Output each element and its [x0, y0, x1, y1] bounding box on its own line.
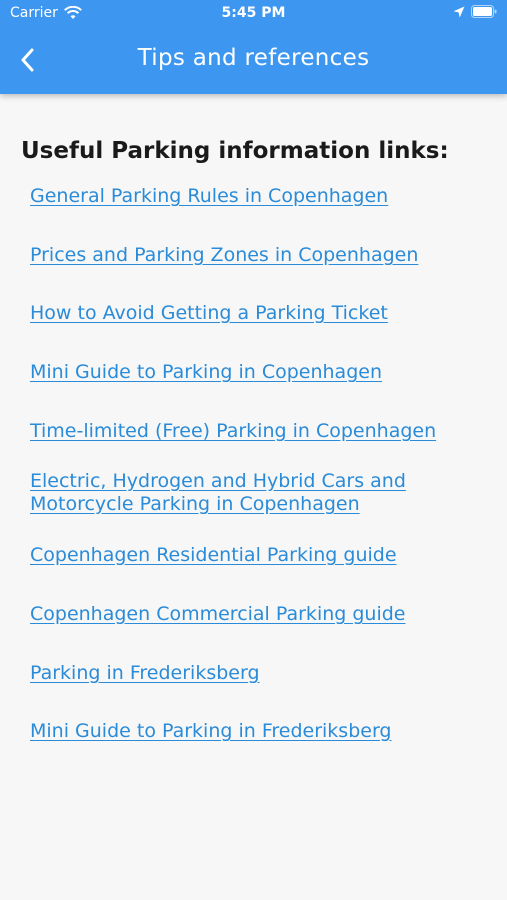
status-time: 5:45 PM [221, 5, 286, 21]
link-mini-guide-frederiksberg[interactable]: Mini Guide to Parking in Frederiksberg [30, 720, 470, 743]
section-heading: Useful Parking information links: [21, 138, 449, 164]
page-title: Tips and references [137, 45, 370, 71]
status-icons [453, 5, 497, 18]
link-parking-frederiksberg[interactable]: Parking in Frederiksberg [30, 662, 470, 685]
link-electric-hybrid-parking[interactable]: Electric, Hydrogen and Hybrid Cars and M… [30, 470, 420, 516]
main-content: Useful Parking information links: Genera… [0, 94, 507, 900]
app-bar: Carrier 5:45 PM Tips and references [0, 0, 507, 94]
link-general-parking-rules[interactable]: General Parking Rules in Copenhagen [30, 185, 470, 208]
link-prices-parking-zones[interactable]: Prices and Parking Zones in Copenhagen [30, 244, 470, 267]
link-avoid-parking-ticket[interactable]: How to Avoid Getting a Parking Ticket [30, 302, 470, 325]
battery-icon [471, 5, 497, 18]
link-mini-guide-copenhagen[interactable]: Mini Guide to Parking in Copenhagen [30, 361, 470, 384]
location-arrow-icon [453, 6, 465, 17]
link-residential-parking[interactable]: Copenhagen Residential Parking guide [30, 544, 470, 567]
link-commercial-parking[interactable]: Copenhagen Commercial Parking guide [30, 603, 470, 626]
status-bar: Carrier 5:45 PM [0, 0, 507, 28]
link-time-limited-parking[interactable]: Time-limited (Free) Parking in Copenhage… [30, 420, 470, 443]
